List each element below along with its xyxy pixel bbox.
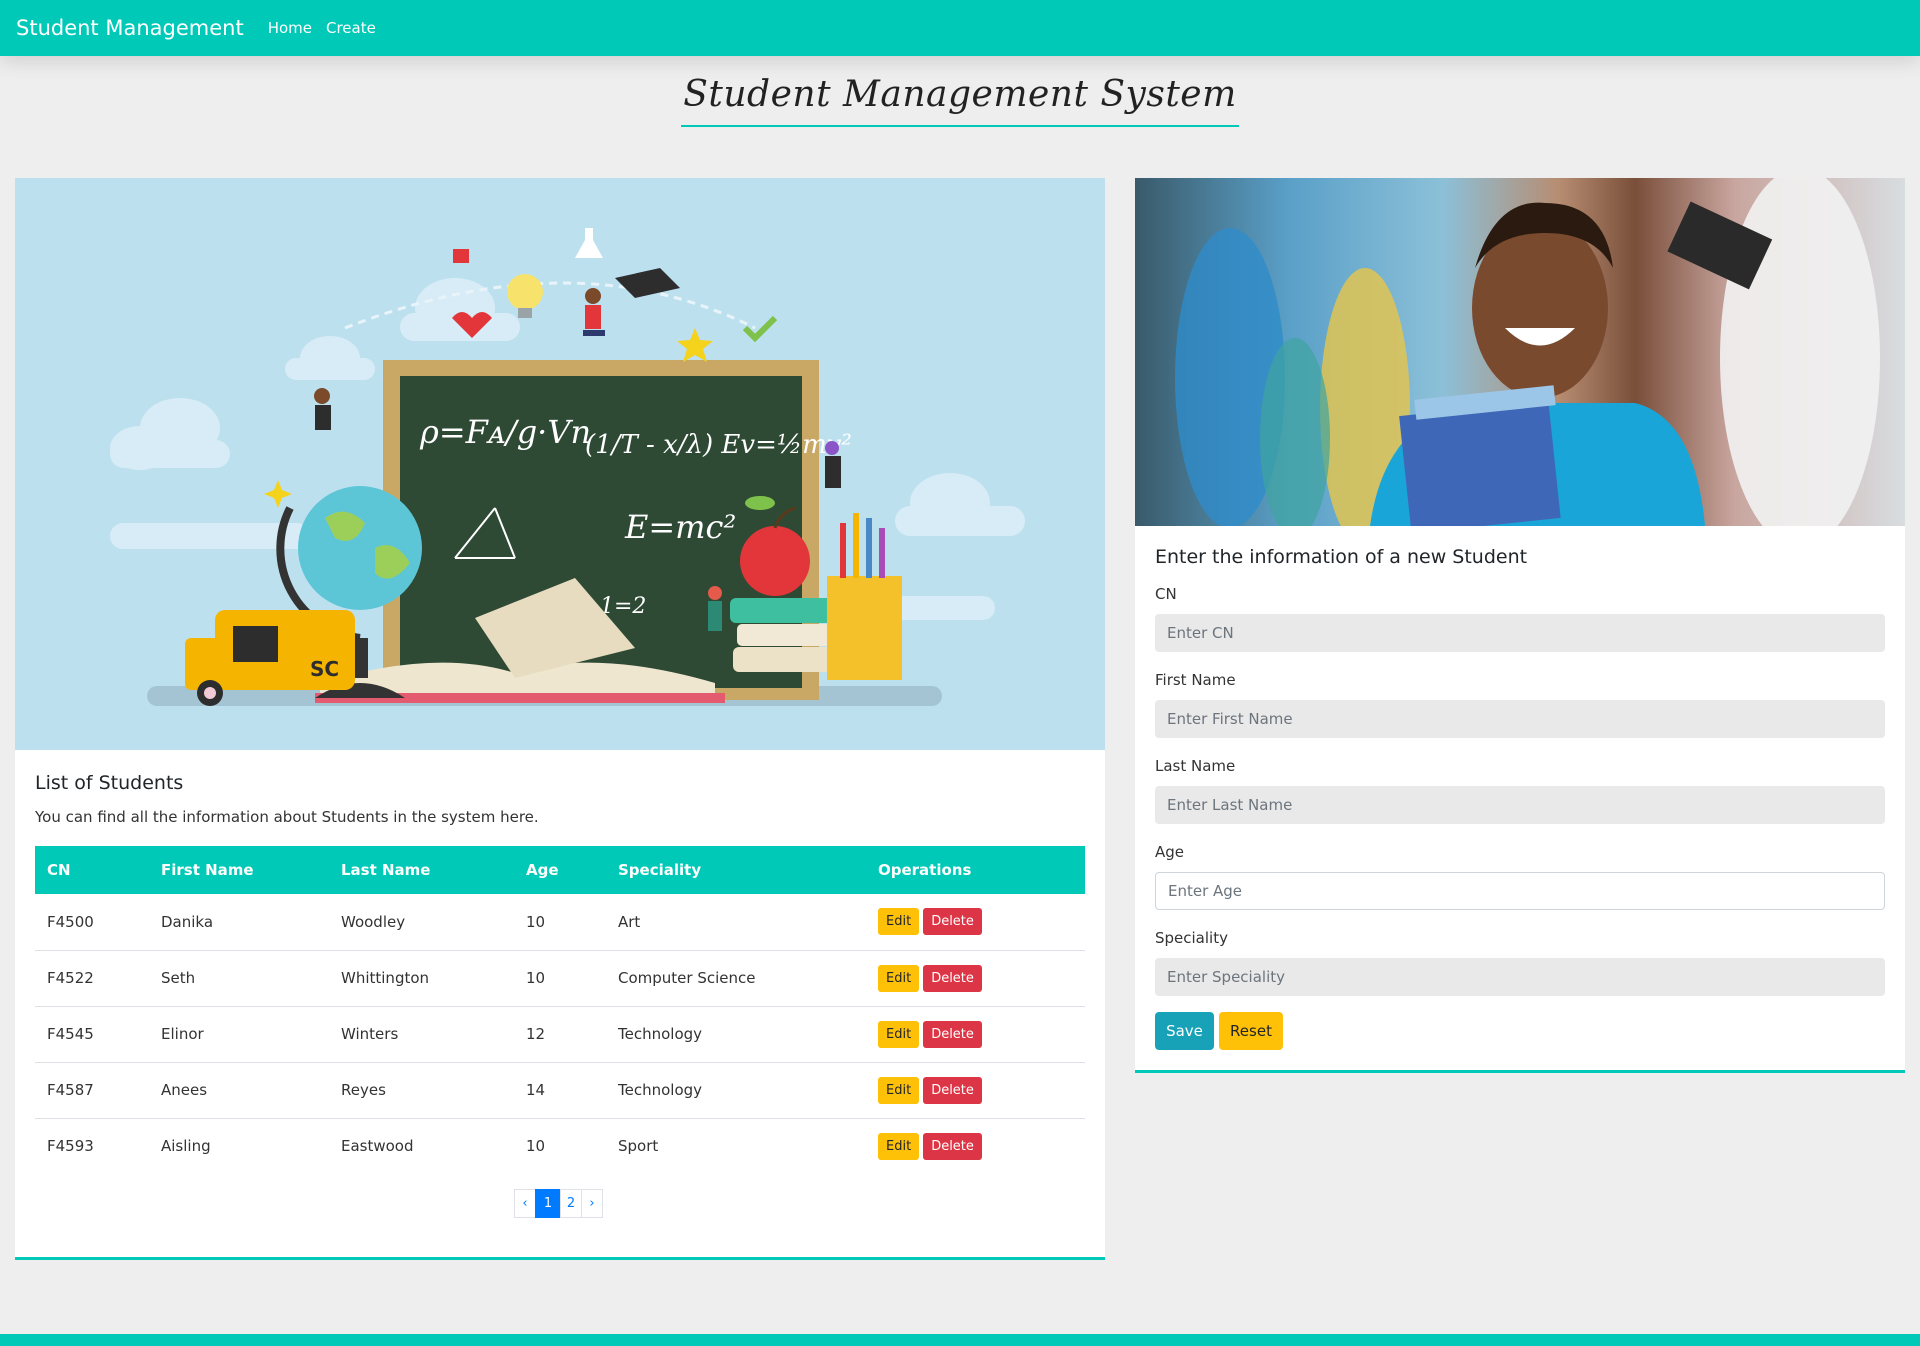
- cell-cn: F4522: [35, 950, 149, 1007]
- pagination-page-2[interactable]: 2: [560, 1189, 582, 1218]
- cell-cn: F4587: [35, 1062, 149, 1119]
- chalk-formula-3: E=mc²: [624, 508, 736, 546]
- chalk-formula-2: (1/T - x/λ) Ev=½mv²: [585, 430, 852, 460]
- cell-operations: Edit Delete: [866, 1062, 1085, 1119]
- student-photo: [1135, 178, 1905, 526]
- cell-last-name: Eastwood: [341, 1137, 414, 1156]
- cell-age: 10: [514, 950, 606, 1007]
- nav-home-link[interactable]: Home: [268, 19, 312, 37]
- footer-bar: [0, 1334, 1920, 1346]
- school-illustration-svg: ρ=Fᴀ/g·Vn (1/T - x/λ) Ev=½mv² E=mc² 1=2 …: [110, 228, 1025, 706]
- cell-last-name: Woodley: [329, 894, 514, 951]
- reset-button[interactable]: Reset: [1219, 1012, 1283, 1050]
- pagination-next[interactable]: ›: [581, 1189, 603, 1218]
- delete-button[interactable]: Delete: [923, 1076, 982, 1104]
- col-speciality: Speciality: [618, 861, 702, 879]
- delete-button[interactable]: Delete: [923, 964, 982, 992]
- delete-button[interactable]: Delete: [923, 1132, 982, 1160]
- cell-age: 12: [514, 1006, 606, 1063]
- age-label: Age: [1155, 843, 1185, 861]
- cell-first-name: Elinor: [149, 1006, 329, 1063]
- cell-speciality: Computer Science: [606, 950, 866, 1007]
- students-list-card: ρ=Fᴀ/g·Vn (1/T - x/λ) Ev=½mv² E=mc² 1=2 …: [15, 178, 1105, 1260]
- col-cn: CN: [47, 861, 71, 879]
- edit-button[interactable]: Edit: [878, 1076, 920, 1104]
- table-row: F4593 Aisling Eastwood 10 Sport Edit Dele…: [35, 1118, 1085, 1174]
- cell-age: 10: [514, 894, 606, 951]
- cell-first-name: Anees: [149, 1062, 329, 1119]
- first-name-input[interactable]: [1155, 700, 1885, 738]
- chalk-formula-4: 1=2: [600, 594, 646, 619]
- cell-last-name: Whittington: [329, 950, 514, 1007]
- students-table: CN First Name Last Name Age Speciality O…: [35, 846, 1085, 1174]
- cell-age: 14: [514, 1062, 606, 1119]
- cell-speciality: Sport: [618, 1137, 659, 1156]
- col-operations: Operations: [878, 861, 972, 879]
- edit-button[interactable]: Edit: [878, 1132, 920, 1160]
- speciality-label: Speciality: [1155, 929, 1228, 947]
- cell-first-name: Danika: [149, 894, 329, 951]
- cell-operations: Edit Delete: [866, 1118, 1085, 1174]
- cell-first-name: Seth: [149, 950, 329, 1007]
- new-student-card: Enter the information of a new Student C…: [1135, 178, 1905, 1073]
- cell-operations: Edit Delete: [866, 1006, 1085, 1063]
- chalk-formula-1: ρ=Fᴀ/g·Vn: [419, 413, 591, 451]
- table-row: F4522 Seth Whittington 10 Computer Scien…: [35, 950, 1085, 1007]
- navbar: Student Management Home Create: [0, 0, 1920, 56]
- last-name-input[interactable]: [1155, 786, 1885, 824]
- cell-last-name: Winters: [329, 1006, 514, 1063]
- page-title: Student Management System: [681, 74, 1239, 127]
- pagination-page-1[interactable]: 1: [535, 1189, 561, 1218]
- table-row: F4500 Danika Woodley 10 Art Edit Delete: [35, 894, 1085, 951]
- cell-speciality: Technology: [606, 1062, 866, 1119]
- cell-cn: F4500: [35, 894, 149, 951]
- table-header-row: CN First Name Last Name Age Speciality O…: [35, 846, 1085, 894]
- cell-speciality: Art: [606, 894, 866, 951]
- table-row: F4587 Anees Reyes 14 Technology Edit Dele…: [35, 1062, 1085, 1119]
- pagination: ‹ 1 2 ›: [514, 1189, 603, 1218]
- table-row: F4545 Elinor Winters 12 Technology Edit D…: [35, 1006, 1085, 1063]
- bus-lettering: SC: [310, 657, 339, 681]
- cell-last-name: Reyes: [329, 1062, 514, 1119]
- cell-speciality: Technology: [606, 1006, 866, 1063]
- cell-cn: F4545: [35, 1006, 149, 1063]
- cell-operations: Edit Delete: [866, 894, 1085, 951]
- first-name-label: First Name: [1155, 671, 1236, 689]
- speciality-input[interactable]: [1155, 958, 1885, 996]
- col-last-name: Last Name: [341, 861, 431, 879]
- student-photo-svg: [1175, 178, 1880, 526]
- brand-link[interactable]: Student Management: [16, 16, 244, 40]
- school-illustration: ρ=Fᴀ/g·Vn (1/T - x/λ) Ev=½mv² E=mc² 1=2 …: [15, 178, 1105, 750]
- cell-age: 10: [526, 1137, 546, 1156]
- col-first-name: First Name: [161, 861, 254, 879]
- edit-button[interactable]: Edit: [878, 964, 920, 992]
- cell-operations: Edit Delete: [866, 950, 1085, 1007]
- col-age: Age: [526, 861, 559, 879]
- form-title: Enter the information of a new Student: [1155, 546, 1528, 568]
- edit-button[interactable]: Edit: [878, 908, 920, 936]
- list-title: List of Students: [35, 772, 184, 794]
- last-name-label: Last Name: [1155, 757, 1236, 775]
- cell-first-name: Aisling: [161, 1137, 211, 1156]
- cn-label: CN: [1155, 585, 1177, 603]
- edit-button[interactable]: Edit: [878, 1020, 920, 1048]
- nav-create-link[interactable]: Create: [326, 19, 376, 37]
- list-subtitle: You can find all the information about S…: [35, 808, 539, 826]
- pagination-prev[interactable]: ‹: [514, 1189, 536, 1218]
- page-title-wrap: Student Management System: [0, 74, 1920, 127]
- delete-button[interactable]: Delete: [923, 908, 982, 936]
- delete-button[interactable]: Delete: [923, 1020, 982, 1048]
- age-input[interactable]: [1155, 872, 1885, 910]
- save-button[interactable]: Save: [1155, 1012, 1214, 1050]
- cell-cn: F4593: [47, 1137, 94, 1156]
- cn-input[interactable]: [1155, 614, 1885, 652]
